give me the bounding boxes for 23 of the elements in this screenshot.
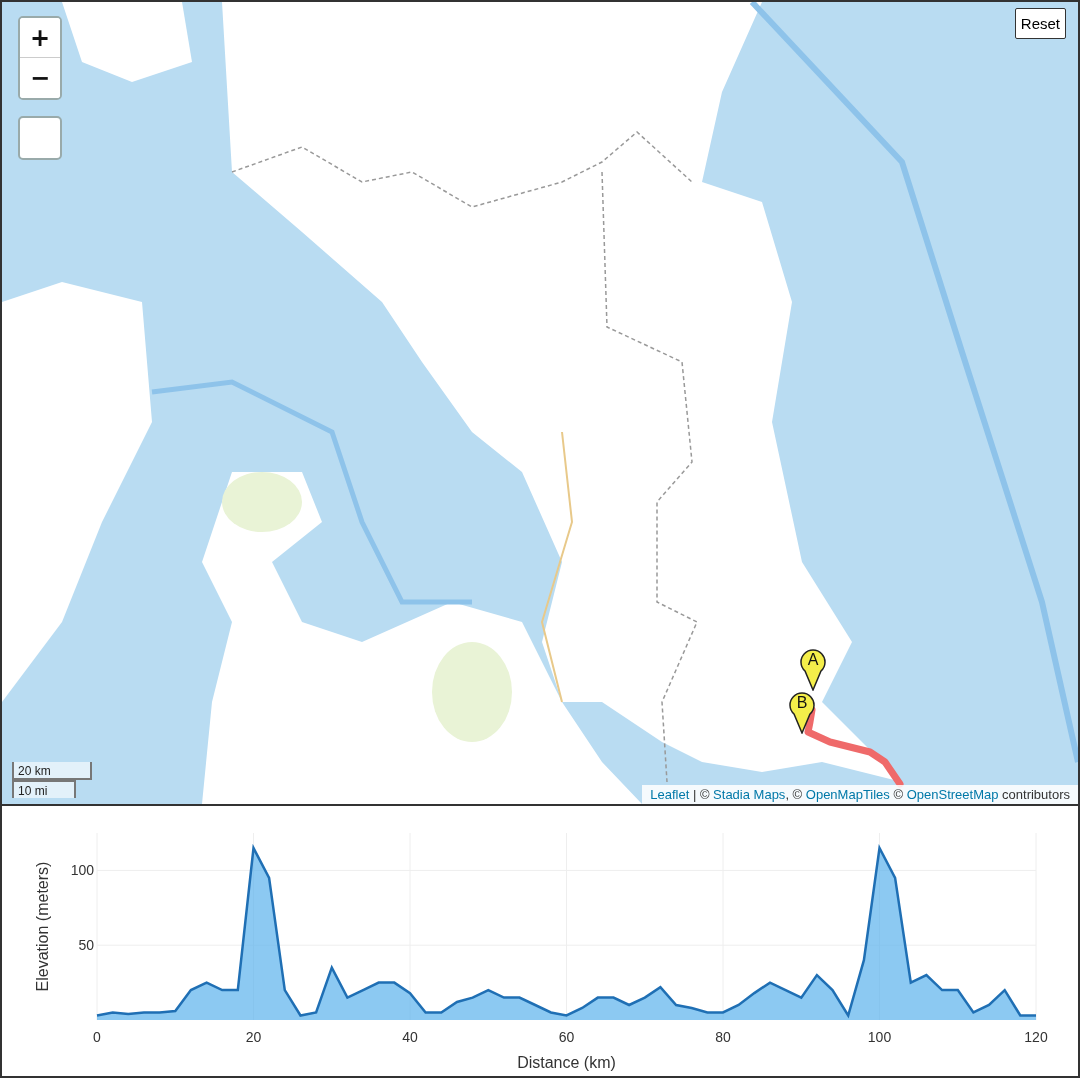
x-tick-label: 0 xyxy=(93,1029,101,1045)
attribution-link[interactable]: OpenStreetMap xyxy=(906,787,999,802)
scale-bar: 20 km xyxy=(12,762,92,780)
scale-bar: 10 mi xyxy=(12,780,76,798)
zoom-in-button[interactable]: + xyxy=(20,18,60,58)
map-marker[interactable]: A xyxy=(799,647,827,691)
x-tick-label: 40 xyxy=(402,1029,418,1045)
x-tick-label: 60 xyxy=(558,1029,575,1045)
layer-button[interactable] xyxy=(18,116,62,160)
x-tick-label: 20 xyxy=(245,1029,262,1045)
map-marker[interactable]: B xyxy=(788,690,816,734)
x-axis-title: Distance (km) xyxy=(517,1054,616,1071)
y-tick-label: 100 xyxy=(70,862,94,879)
y-axis-title: Elevation (meters) xyxy=(34,861,51,992)
y-tick-label: 50 xyxy=(78,937,94,954)
x-tick-label: 120 xyxy=(1024,1029,1048,1045)
x-tick-label: 80 xyxy=(715,1029,731,1045)
x-tick-label: 100 xyxy=(867,1029,892,1045)
attribution-text: Leaflet | © Stadia Maps, © OpenMapTiles © OpenStreetMap contributors xyxy=(642,785,1078,804)
map-view[interactable]: + − Reset A B 20 km 10 mi Leaflet | © Stadia Maps, © OpenMapTiles © OpenStreetMap contributors xyxy=(0,0,1080,806)
reset-button[interactable]: Reset xyxy=(1014,8,1066,39)
attribution-link[interactable]: Leaflet xyxy=(650,787,690,802)
attribution-link[interactable]: OpenMapTiles xyxy=(805,787,890,802)
